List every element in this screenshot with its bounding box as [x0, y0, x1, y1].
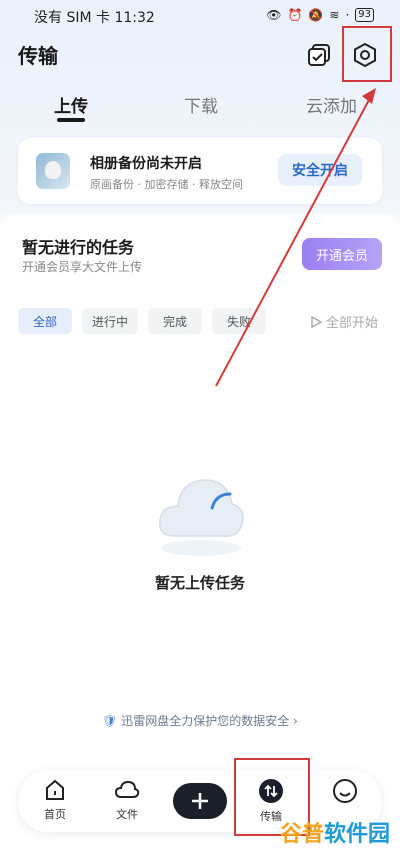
- shield-icon: 🛡: [102, 714, 118, 728]
- cat-photo-icon: [45, 161, 61, 179]
- nav-home-label: 首页: [44, 808, 66, 821]
- tab-active-indicator: [57, 118, 85, 122]
- task-title: 暂无进行的任务: [22, 238, 135, 257]
- tab-download[interactable]: 下载: [184, 92, 218, 117]
- mute-icon: 🔕: [308, 8, 324, 22]
- status-icons: 👁 ⏰ 🔕 ≋ · 93: [266, 8, 374, 22]
- nav-home[interactable]: 首页: [30, 778, 80, 822]
- empty-state-text: 暂无上传任务: [154, 574, 245, 592]
- album-backup-card: 相册备份尚未开启 原画备份 · 加密存储 · 释放空间 安全开启: [18, 138, 382, 204]
- task-subtitle: 开通会员享大文件上传: [22, 260, 143, 274]
- backup-title: 相册备份尚未开启: [90, 156, 202, 172]
- plus-icon: [192, 793, 208, 809]
- alarm-icon: ⏰: [287, 8, 303, 22]
- status-bar: 没有 SIM 卡 11:32 👁 ⏰ 🔕 ≋ · 93: [0, 0, 400, 32]
- cloud-illustration: [159, 479, 244, 556]
- start-all-button[interactable]: 全部开始: [310, 312, 378, 331]
- nav-files-label: 文件: [116, 808, 138, 821]
- settings-highlight-box: [342, 26, 392, 82]
- nav-files[interactable]: 文件: [102, 778, 152, 822]
- page-title: 传输: [18, 44, 58, 68]
- task-panel: 暂无进行的任务 开通会员享大文件上传 开通会员 全部 进行中 完成 失败 全部开…: [0, 214, 400, 856]
- smile-icon: [333, 779, 357, 803]
- filter-all[interactable]: 全部: [18, 308, 72, 334]
- cloud-icon: [114, 780, 140, 798]
- home-icon: [46, 779, 64, 800]
- dot-icon: ·: [345, 8, 350, 22]
- nav-profile[interactable]: [320, 778, 370, 804]
- eye-icon: 👁: [266, 8, 282, 22]
- enable-backup-button[interactable]: 安全开启: [278, 154, 362, 186]
- filter-failed[interactable]: 失败: [212, 308, 266, 334]
- wifi-icon: ≋: [329, 8, 340, 22]
- open-vip-button[interactable]: 开通会员: [302, 238, 382, 270]
- status-carrier-time: 没有 SIM 卡 11:32: [34, 10, 155, 26]
- filter-completed[interactable]: 完成: [148, 308, 202, 334]
- watermark-logo: 谷普软件园: [279, 822, 390, 847]
- backup-subtitle: 原画备份 · 加密存储 · 释放空间: [90, 178, 243, 191]
- transfer-tabs: 上传 下载 云添加: [0, 88, 400, 128]
- security-note-link[interactable]: 🛡 迅雷网盘全力保护您的数据安全 ›: [0, 712, 400, 729]
- chevron-right-icon: ›: [293, 714, 298, 728]
- tab-cloud-add[interactable]: 云添加: [306, 92, 357, 117]
- add-button[interactable]: [173, 783, 227, 819]
- filter-in-progress[interactable]: 进行中: [82, 308, 138, 334]
- checklist-icon: [308, 44, 330, 66]
- tab-upload[interactable]: 上传: [54, 92, 88, 117]
- multi-select-button[interactable]: [304, 40, 334, 70]
- start-all-label: 全部开始: [326, 316, 379, 331]
- battery-icon: 93: [355, 8, 374, 22]
- album-thumbnail: [36, 153, 70, 189]
- play-icon: [311, 315, 322, 328]
- security-note-text: 迅雷网盘全力保护您的数据安全: [121, 714, 290, 728]
